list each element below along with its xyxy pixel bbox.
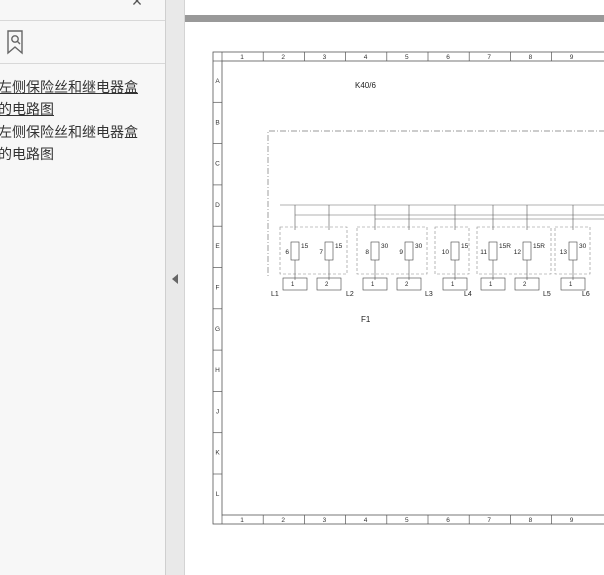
sheet-reference: K40/6 <box>355 81 376 90</box>
connector-label: L4 <box>464 291 472 298</box>
fuse-number: 9 <box>399 249 403 256</box>
bookmark-search-icon[interactable] <box>4 28 28 56</box>
column-number: 4 <box>364 517 368 524</box>
column-number: 6 <box>446 54 450 61</box>
connector-label: L6 <box>582 291 590 298</box>
connector-label: L1 <box>271 291 279 298</box>
block-label: F1 <box>361 315 371 324</box>
column-number: 5 <box>405 54 409 61</box>
column-number: 1 <box>240 54 244 61</box>
fuse-symbol <box>404 241 414 261</box>
fuse-number: 12 <box>514 249 522 256</box>
fuse-rating: 15 <box>301 243 309 250</box>
panel-divider <box>0 20 165 21</box>
column-number: 8 <box>529 54 533 61</box>
fuse-rating: 30 <box>381 243 389 250</box>
fuse-number: 8 <box>365 249 369 256</box>
fuse-symbol <box>370 241 380 261</box>
column-number: 2 <box>281 517 285 524</box>
column-number: 1 <box>240 517 244 524</box>
row-letter: F <box>216 285 220 292</box>
fuse-symbol <box>450 241 460 261</box>
row-letter: E <box>215 243 220 250</box>
bookmark-item[interactable]: 左侧保险丝和继电器盒 的电路图 <box>0 122 165 166</box>
row-letter: J <box>216 408 219 415</box>
panel-splitter[interactable] <box>166 0 185 575</box>
bookmark-item-label: 左侧保险丝和继电器盒 <box>0 125 138 141</box>
fuse-symbol <box>290 241 300 261</box>
column-number: 9 <box>570 54 574 61</box>
column-number: 6 <box>446 517 450 524</box>
bookmarks-panel: × 左侧保险丝和继电器盒 的电路图 左侧保险丝和继电器盒 的电路图 <box>0 0 166 575</box>
circuit-diagram-page: 123456789 123456789 ABCDEFGHJKL K40/6 61… <box>212 51 604 525</box>
column-number: 2 <box>281 54 285 61</box>
fuse-rating: 30 <box>415 243 423 250</box>
fuse-number: 10 <box>442 249 450 256</box>
bookmark-item-label: 左侧保险丝和继电器盒 <box>0 80 138 96</box>
fuse-number: 13 <box>560 249 568 256</box>
row-letter: C <box>215 161 220 168</box>
collapse-panel-icon[interactable] <box>172 274 178 284</box>
fuse-number: 7 <box>319 249 323 256</box>
row-letter: G <box>215 326 220 333</box>
fuse-rating: 15 <box>335 243 343 250</box>
column-number: 8 <box>529 517 533 524</box>
fuse-symbol <box>522 241 532 261</box>
row-letter: L <box>216 491 220 498</box>
row-letter: K <box>215 450 220 457</box>
fuse-number: 6 <box>285 249 289 256</box>
fuse-rating: 15 <box>461 243 469 250</box>
bookmark-item[interactable]: 左侧保险丝和继电器盒 的电路图 <box>0 77 165 121</box>
fuse-rating: 15R <box>533 243 545 250</box>
column-number: 3 <box>323 54 327 61</box>
column-number: 7 <box>487 517 491 524</box>
row-letter: B <box>215 119 219 126</box>
drawing-frame <box>212 51 604 525</box>
column-number: 5 <box>405 517 409 524</box>
bookmark-item-label: 的电路图 <box>0 147 54 163</box>
fuse-symbol <box>568 241 578 261</box>
row-letter: A <box>215 78 220 85</box>
column-number: 9 <box>570 517 574 524</box>
connector-label: L2 <box>346 291 354 298</box>
bookmark-item-label: 的电路图 <box>0 102 54 118</box>
close-icon[interactable]: × <box>128 0 146 10</box>
row-letter: H <box>215 367 220 374</box>
fuse-symbol <box>324 241 334 261</box>
fuse-rating: 15R <box>499 243 511 250</box>
fuse-symbol <box>488 241 498 261</box>
fuse-rating: 30 <box>579 243 587 250</box>
row-letter: D <box>215 202 220 209</box>
column-number: 7 <box>487 54 491 61</box>
document-viewer[interactable]: 123456789 123456789 ABCDEFGHJKL K40/6 61… <box>185 0 604 575</box>
panel-divider <box>0 63 165 64</box>
connector-label: L5 <box>543 291 551 298</box>
fuse-number: 11 <box>480 249 487 256</box>
connector-label: L3 <box>425 291 433 298</box>
column-number: 3 <box>323 517 327 524</box>
column-number: 4 <box>364 54 368 61</box>
